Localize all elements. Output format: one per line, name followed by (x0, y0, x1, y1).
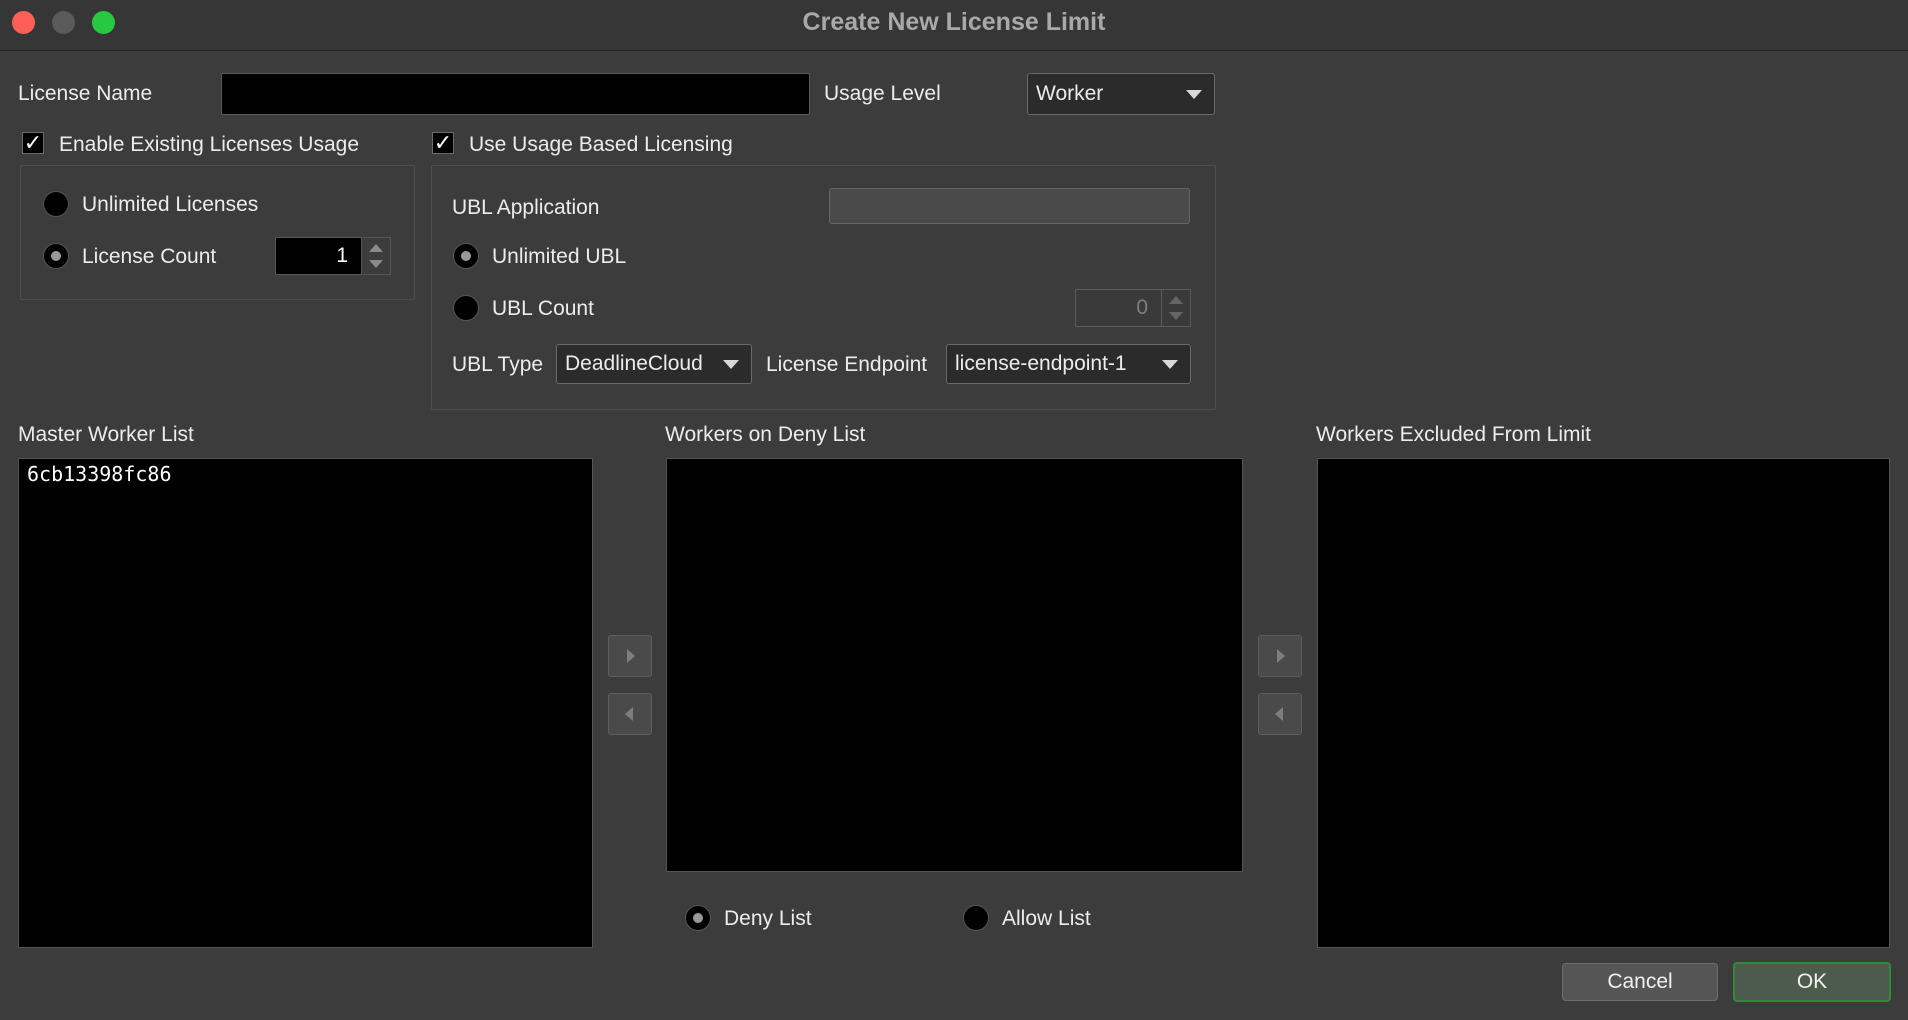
enable-existing-licenses-checkbox[interactable]: ✓ (22, 132, 44, 154)
license-count-spinbox[interactable]: 1 (275, 237, 391, 275)
deny-list-option-label: Deny List (724, 907, 812, 930)
existing-licenses-group (20, 165, 415, 300)
ubl-type-dropdown[interactable]: DeadlineCloud (556, 344, 752, 384)
deny-list-radio[interactable] (685, 905, 711, 931)
license-count-value: 1 (336, 244, 348, 267)
move-to-excluded-button[interactable] (1258, 635, 1302, 677)
increment-icon[interactable] (1169, 296, 1183, 304)
use-ubl-checkbox[interactable]: ✓ (432, 132, 454, 154)
usage-level-value: Worker (1036, 82, 1104, 105)
ubl-application-input[interactable] (829, 188, 1190, 224)
allow-list-radio[interactable] (963, 905, 989, 931)
license-name-input[interactable] (221, 73, 810, 115)
ubl-count-stepper[interactable] (1161, 290, 1190, 326)
excluded-list[interactable] (1317, 458, 1890, 948)
usage-level-label: Usage Level (824, 82, 941, 105)
license-count-radio[interactable] (43, 243, 69, 269)
unlimited-ubl-radio[interactable] (453, 243, 479, 269)
unlimited-licenses-label: Unlimited Licenses (82, 193, 259, 216)
arrow-right-icon (1277, 649, 1285, 663)
deny-list[interactable] (666, 458, 1243, 872)
ubl-type-value: DeadlineCloud (565, 352, 703, 375)
arrow-left-icon (1275, 707, 1283, 721)
license-count-stepper[interactable] (361, 238, 390, 274)
move-to-deny-button[interactable] (608, 635, 652, 677)
usage-level-dropdown[interactable]: Worker (1027, 73, 1215, 115)
ubl-count-spinbox[interactable]: 0 (1075, 289, 1191, 327)
master-worker-list[interactable]: 6cb13398fc86 (18, 458, 593, 948)
license-endpoint-dropdown[interactable]: license-endpoint-1 (946, 344, 1191, 384)
decrement-icon[interactable] (369, 260, 383, 268)
chevron-down-icon (723, 360, 739, 369)
remove-from-excluded-button[interactable] (1258, 693, 1302, 735)
enable-existing-licenses-label: Enable Existing Licenses Usage (59, 133, 360, 156)
increment-icon[interactable] (369, 244, 383, 252)
ubl-count-radio[interactable] (453, 295, 479, 321)
chevron-down-icon (1186, 90, 1202, 99)
license-name-label: License Name (18, 82, 153, 105)
ubl-application-label: UBL Application (452, 196, 600, 219)
list-item[interactable]: 6cb13398fc86 (27, 462, 172, 486)
remove-from-deny-button[interactable] (608, 693, 652, 735)
unlimited-ubl-label: Unlimited UBL (492, 245, 627, 268)
ubl-count-label: UBL Count (492, 297, 594, 320)
window-title: Create New License Limit (802, 8, 1106, 36)
allow-list-option-label: Allow List (1002, 907, 1091, 930)
chevron-down-icon (1162, 360, 1178, 369)
license-endpoint-label: License Endpoint (766, 353, 928, 376)
arrow-right-icon (627, 649, 635, 663)
license-endpoint-value: license-endpoint-1 (955, 352, 1127, 375)
master-worker-list-label: Master Worker List (18, 423, 194, 446)
ok-button[interactable]: OK (1733, 962, 1891, 1002)
deny-list-label: Workers on Deny List (665, 423, 866, 446)
excluded-list-label: Workers Excluded From Limit (1316, 423, 1592, 446)
arrow-left-icon (625, 707, 633, 721)
decrement-icon[interactable] (1169, 312, 1183, 320)
unlimited-licenses-radio[interactable] (43, 191, 69, 217)
license-count-label: License Count (82, 245, 217, 268)
use-ubl-label: Use Usage Based Licensing (469, 133, 733, 156)
ubl-type-label: UBL Type (452, 353, 544, 376)
ubl-count-value: 0 (1136, 296, 1148, 319)
cancel-button[interactable]: Cancel (1562, 963, 1718, 1001)
